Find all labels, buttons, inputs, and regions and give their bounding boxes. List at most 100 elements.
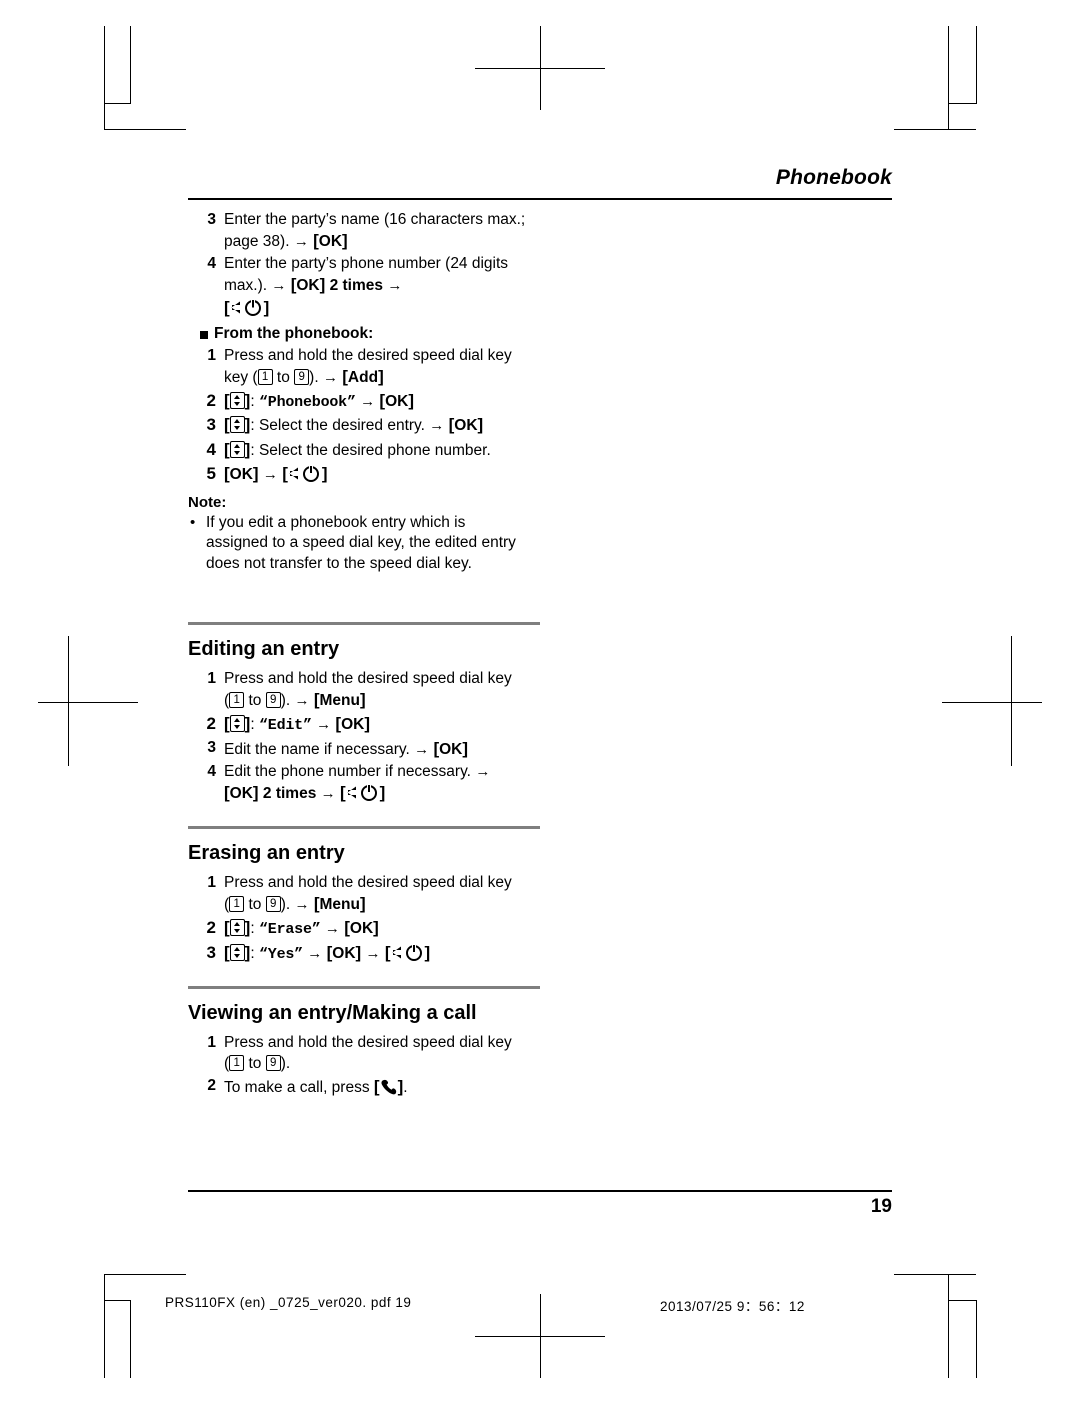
crop-mark [130, 1300, 131, 1378]
list-item: 4 Edit the phone number if necessary. → … [188, 762, 540, 804]
crop-mark [104, 1274, 186, 1275]
power-off-icon [230, 299, 264, 317]
registration-mark [942, 702, 1042, 703]
key-menu: [Menu] [313, 894, 366, 914]
section-title: Editing an entry [188, 638, 340, 660]
arrow-icon: → [387, 277, 403, 295]
arrow-icon: → [324, 920, 340, 938]
key-off: [] [339, 783, 386, 803]
note-text: If you edit a phonebook entry which is a… [206, 513, 516, 572]
step-text-label: Select the desired entry. [258, 417, 425, 435]
section-title: Erasing an entry [188, 842, 345, 865]
key-ok: [OK] [290, 275, 326, 295]
digit-key-9: 9 [265, 896, 281, 913]
key-ok: [OK] [326, 942, 362, 962]
crop-mark [104, 103, 130, 104]
key-talk: [] [373, 1076, 404, 1096]
power-off-icon [288, 465, 322, 483]
step-number: 1 [207, 1034, 216, 1052]
step-number: 2 [206, 390, 216, 410]
digit-key-1: 1 [257, 368, 273, 385]
key-add: [Add] [342, 366, 384, 386]
crop-mark [104, 129, 186, 130]
upper-text-column: 3 Enter the party’s name (16 characters … [188, 210, 528, 574]
step-text-label: Press and hold the desired speed dial ke… [224, 670, 512, 687]
step-text: Press and hold the desired speed dial ke… [224, 346, 512, 386]
range-to-label: to [248, 1054, 262, 1072]
step-text: []: “Edit” → [OK] [224, 714, 370, 735]
step-text: Edit the phone number if necessary. → [O… [224, 762, 540, 804]
list-item: 2 []: “Edit” → [OK] [188, 713, 540, 736]
key-ok: [OK] [224, 463, 259, 483]
key-ok: [OK] [224, 783, 259, 803]
header-divider [188, 198, 892, 200]
arrow-icon: → [322, 368, 338, 386]
step-text-label: Press and hold the desired speed dial ke… [224, 1034, 512, 1052]
crop-mark [948, 103, 976, 104]
step-number: 2 [206, 918, 216, 938]
list-item: 1 Press and hold the desired speed dial … [188, 1033, 540, 1073]
step-text: []: “Phonebook” → [OK] [224, 390, 415, 411]
range-to-label: to [248, 692, 262, 710]
key-navigator: [] [224, 918, 251, 938]
crop-mark [104, 26, 105, 130]
navigator-icon [229, 919, 245, 937]
subsection-heading-label: From the phonebook: [214, 324, 374, 342]
navigator-icon [229, 391, 245, 409]
step-text: Enter the party’s name (16 characters ma… [224, 210, 528, 252]
crop-mark [894, 1274, 976, 1275]
step-number: 1 [207, 346, 216, 364]
crop-mark [976, 26, 977, 104]
digit-key-1: 1 [229, 1054, 245, 1071]
step-text-label: To make a call, press [224, 1078, 374, 1096]
key-navigator: [] [224, 942, 251, 962]
step-text: [OK] → [] [224, 463, 528, 485]
list-item: 3 Edit the name if necessary. → [OK] [188, 738, 540, 760]
key-times-label: 2 times [262, 785, 317, 803]
step-text-label: Press and hold the desired speed dial ke… [224, 346, 512, 364]
arrow-icon: → [271, 277, 287, 295]
steps-list: 1 Press and hold the desired speed dial … [188, 1033, 540, 1097]
key-ok: [OK] [344, 918, 379, 938]
key-ok: [OK] [379, 390, 415, 410]
step-text: Press and hold the desired speed dial ke… [224, 1034, 512, 1072]
step-number: 4 [206, 439, 216, 459]
list-item: 4 Enter the party’s phone number (24 dig… [188, 254, 528, 318]
list-item: 5 [OK] → [] [188, 463, 528, 485]
crop-mark [948, 26, 949, 130]
step-text-label: Select the desired phone number. [258, 441, 491, 459]
step-text: Enter the party’s phone number (24 digit… [224, 254, 528, 318]
power-off-icon [391, 944, 425, 962]
subsection-heading: From the phonebook: [200, 324, 528, 343]
display-text: “Erase” [258, 921, 321, 939]
step-number: 2 [206, 714, 216, 734]
list-item: 2 To make a call, press []. [188, 1076, 540, 1098]
display-text: “Edit” [258, 717, 312, 735]
step-text: To make a call, press []. [224, 1076, 408, 1096]
key-ok: [OK] [448, 415, 484, 435]
registration-mark [68, 636, 69, 766]
section-erasing: Erasing an entry 1 Press and hold the de… [188, 826, 540, 964]
step-number: 1 [207, 874, 216, 892]
key-menu: [Menu] [313, 690, 366, 710]
arrow-icon: → [365, 944, 381, 962]
arrow-icon: → [316, 716, 332, 734]
step-number: 1 [207, 670, 216, 687]
arrow-icon: → [307, 944, 323, 962]
step-text: Press and hold the desired speed dial ke… [224, 874, 512, 914]
arrow-icon: → [429, 417, 445, 435]
arrow-icon: → [414, 740, 430, 758]
list-item: 1 Press and hold the desired speed dial … [188, 669, 540, 711]
crop-mark [894, 129, 976, 130]
key-ok: [OK] [433, 738, 469, 758]
registration-mark [1011, 636, 1012, 766]
step-number: 2 [207, 1076, 216, 1094]
footer-divider [188, 1190, 892, 1192]
step-text: Press and hold the desired speed dial ke… [224, 670, 512, 710]
navigator-icon [229, 943, 245, 961]
digit-key-9: 9 [265, 1054, 281, 1071]
arrow-icon: → [475, 762, 491, 780]
registration-mark [38, 702, 138, 703]
digit-key-9: 9 [294, 368, 310, 385]
display-text: “Yes” [258, 945, 303, 963]
